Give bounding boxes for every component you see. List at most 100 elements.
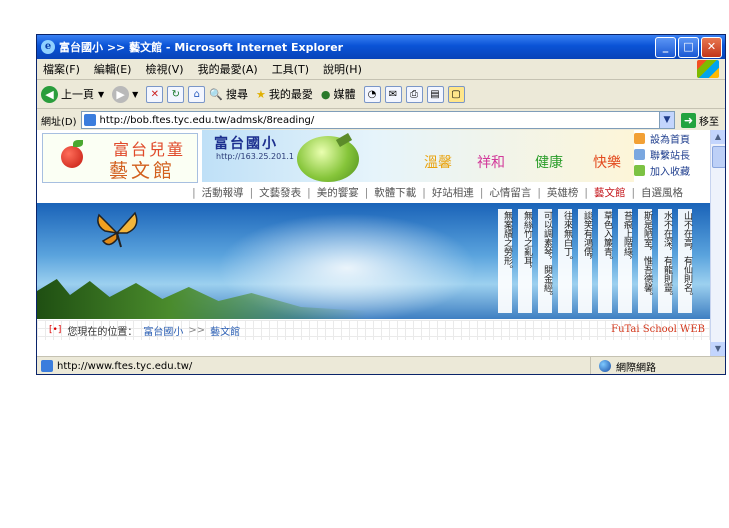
ie-icon: e (41, 40, 55, 54)
stop-icon[interactable]: ✕ (146, 85, 164, 103)
page-icon (83, 114, 96, 126)
home-icon[interactable]: ⌂ (188, 85, 206, 103)
add-favorite-label: 加入收藏 (650, 166, 690, 178)
refresh-icon[interactable]: ↻ (167, 85, 185, 103)
go-label: 移至 (699, 116, 719, 128)
scroll-down-icon[interactable]: ▼ (711, 342, 725, 356)
add-favorite-link[interactable]: 加入收藏 (634, 162, 708, 178)
banner-word-health: 健康 (535, 155, 563, 171)
forward-dropdown-icon[interactable]: ▼ (132, 90, 138, 99)
banner-word-warmth: 溫馨 (424, 155, 452, 171)
school-brand: FuTai School WEB (611, 324, 705, 335)
status-url: http://www.ftes.tyc.edu.tw/ (57, 360, 193, 372)
address-bar: 網址(D) http://bob.ftes.tyc.edu.tw/admsk/8… (37, 109, 725, 132)
scroll-up-icon[interactable]: ▲ (711, 130, 725, 144)
poem-line: 水不在深，有龍則靈。 (658, 209, 672, 313)
forward-button[interactable]: ▶ ▼ (112, 85, 138, 103)
globe-icon (599, 360, 611, 372)
media-icon: ● (320, 87, 331, 101)
poem-line: 山不在高，有仙則名。 (678, 209, 692, 313)
back-dropdown-icon[interactable]: ▼ (98, 90, 104, 99)
poem-line: 無絲竹之亂耳， (518, 209, 532, 313)
set-homepage-label: 設為首頁 (650, 134, 690, 146)
poem-line: 苔痕上階綠， (618, 209, 632, 313)
media-button[interactable]: ● 媒體 (321, 86, 356, 102)
maximize-button[interactable]: □ (678, 37, 699, 58)
logo-line2: 藝文館 (109, 160, 176, 182)
nav-item-guestbook[interactable]: 心情留言 (489, 185, 531, 200)
address-label: 網址(D) (41, 116, 77, 128)
site-banner: 富台國小 http://163.25.201.1 溫馨 祥和 健康 快樂 (202, 130, 634, 182)
search-icon: 🔍 (209, 87, 224, 101)
messenger-icon[interactable]: ▢ (447, 85, 465, 103)
location-label: 您現在的位置： (67, 326, 138, 338)
poem-line: 無案牘之勞形。 (498, 209, 512, 313)
close-button[interactable]: ✕ (701, 37, 722, 58)
leaf-icon (73, 140, 83, 147)
browser-window: e 富台國小 >> 藝文館 - Microsoft Internet Explo… (36, 34, 726, 375)
banner-word-harmony: 祥和 (477, 155, 505, 171)
window-title: 富台國小 >> 藝文館 - Microsoft Internet Explore… (59, 41, 344, 54)
nav-item-art-gallery[interactable]: 藝文館 (594, 185, 626, 200)
search-button[interactable]: 🔍 搜尋 (209, 86, 248, 102)
red-apple-icon (61, 146, 83, 168)
back-button[interactable]: ◀ 上一頁 ▼ (41, 85, 104, 103)
nav-separator: | (249, 186, 254, 199)
address-dropdown-icon[interactable]: ▼ (659, 112, 674, 128)
menu-view[interactable]: 檢視(V) (145, 61, 183, 77)
forward-arrow-icon: ▶ (112, 85, 130, 103)
nav-item-activities[interactable]: 活動報導 (202, 185, 244, 200)
go-button[interactable]: ➜ 移至 (681, 112, 719, 128)
status-bar: http://www.ftes.tyc.edu.tw/ 網際網路 (37, 356, 725, 374)
minimize-button[interactable]: _ (655, 37, 676, 58)
breadcrumb-home[interactable]: 富台國小 (143, 323, 183, 338)
set-homepage-link[interactable]: 設為首頁 (634, 130, 708, 146)
nav-separator: | (537, 186, 541, 199)
mail-icon[interactable]: ✉ (384, 85, 402, 103)
scroll-thumb[interactable] (712, 146, 725, 168)
title-bar: e 富台國小 >> 藝文館 - Microsoft Internet Explo… (37, 35, 725, 59)
home-icon (634, 132, 645, 144)
history-icon[interactable]: ◔ (363, 85, 381, 103)
banner-ip: http://163.25.201.1 (216, 152, 294, 161)
banner-title: 富台國小 (214, 136, 278, 152)
menu-file[interactable]: 檔案(F) (43, 61, 80, 77)
site-logo[interactable]: 富台兒童 藝文館 (42, 133, 198, 183)
nav-separator: | (479, 186, 484, 199)
nav-item-downloads[interactable]: 軟體下載 (374, 185, 416, 200)
vertical-scrollbar[interactable]: ▲ ▼ (710, 130, 725, 356)
nav-item-style[interactable]: 自選風格 (641, 185, 683, 200)
favorites-button[interactable]: ★ 我的最愛 (256, 86, 313, 102)
nav-separator: | (364, 186, 369, 199)
menu-edit[interactable]: 編輯(E) (94, 61, 132, 77)
nav-item-links[interactable]: 好站相連 (432, 185, 474, 200)
nav-item-literature[interactable]: 文藝發表 (259, 185, 301, 200)
page-content: 富台兒童 藝文館 富台國小 http://163.25.201.1 溫馨 祥和 … (37, 130, 725, 356)
poem-line: 往來無白丁。 (558, 209, 572, 313)
contact-webmaster-label: 聯繫站長 (650, 150, 690, 162)
menu-favorites[interactable]: 我的最愛(A) (198, 61, 258, 77)
print-icon[interactable]: ⎙ (405, 85, 423, 103)
nav-separator: | (631, 186, 635, 199)
nav-item-beauty[interactable]: 美的饗宴 (317, 185, 359, 200)
security-zone: 網際網路 (590, 357, 656, 374)
menu-tools[interactable]: 工具(T) (272, 61, 309, 77)
back-label: 上一頁 (61, 88, 94, 101)
side-links: 設為首頁 聯繫站長 加入收藏 (634, 130, 708, 182)
menu-help[interactable]: 說明(H) (323, 61, 362, 77)
contact-webmaster-link[interactable]: 聯繫站長 (634, 146, 708, 162)
windows-logo-icon (697, 60, 719, 78)
nav-item-heroes[interactable]: 英雄榜 (547, 185, 579, 200)
address-input[interactable]: http://bob.ftes.tyc.edu.tw/admsk/8readin… (80, 111, 675, 129)
edit-icon[interactable]: ▤ (426, 85, 444, 103)
star-icon (634, 164, 645, 176)
nav-separator: | (307, 186, 311, 199)
breadcrumb-separator: >> (188, 324, 206, 336)
favorites-label: 我的最愛 (268, 88, 313, 101)
zone-label: 網際網路 (616, 362, 656, 374)
butterfly-icon (97, 211, 138, 248)
back-arrow-icon: ◀ (41, 85, 58, 103)
nav-separator: | (422, 186, 426, 199)
breadcrumb-current[interactable]: 藝文館 (210, 323, 240, 338)
page-icon (41, 360, 53, 372)
